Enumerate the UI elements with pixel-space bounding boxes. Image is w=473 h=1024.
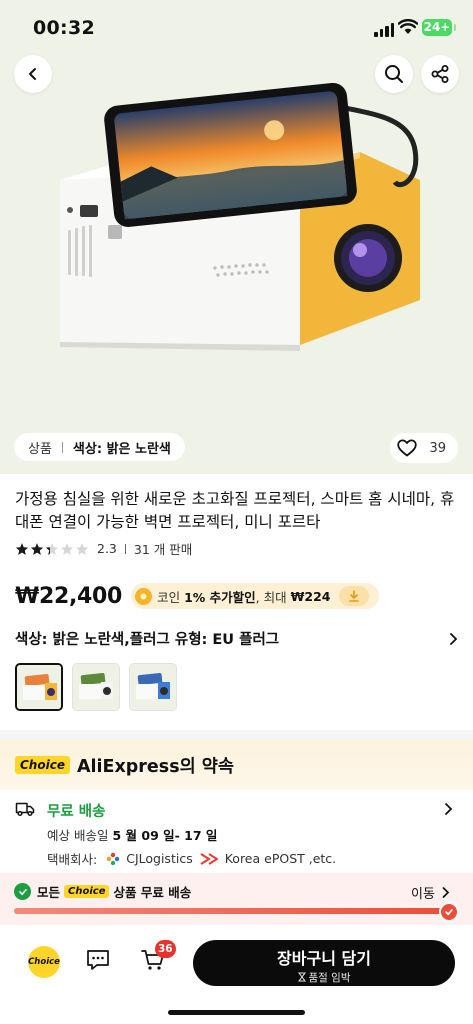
product-image[interactable] [0, 60, 473, 360]
chevron-right-icon [445, 803, 453, 815]
check-circle-icon [14, 883, 31, 900]
delivery-date-label: 예상 배송일 [47, 828, 109, 843]
status-time: 00:32 [33, 17, 95, 39]
chevron-right-icon [442, 887, 450, 898]
option-selector[interactable]: 색상: 밝은 노란색,플러그 유형: EU 플러그 [15, 628, 458, 649]
carrier-korea-post: Korea ePOST ,etc. [224, 851, 337, 866]
variant-thumb-white[interactable] [72, 663, 120, 711]
free-shipping-line: 모든 Choice 상품 무료 배송 [14, 882, 191, 901]
heart-icon [397, 439, 417, 457]
chevron-right-icon [450, 632, 458, 645]
cellular-signal-icon [374, 23, 394, 37]
sold-count: 31 개 판매 [133, 542, 193, 557]
share-button[interactable] [421, 55, 459, 93]
back-button[interactable] [14, 55, 52, 93]
home-indicator [168, 1010, 305, 1015]
delivery-date-value: 5 월 09 일- 17 일 [112, 828, 218, 843]
variant-pill-label: 상품 [28, 441, 52, 457]
hourglass-icon [297, 972, 306, 982]
chat-button[interactable] [85, 948, 111, 976]
battery-icon: 24+ [422, 19, 456, 36]
status-bar: 00:32 24+ [0, 0, 473, 50]
cart-count-badge: 36 [155, 940, 176, 958]
star-half-icon [45, 542, 59, 555]
star-empty-icon [60, 542, 74, 555]
divider [61, 441, 63, 453]
truck-icon [15, 802, 35, 817]
search-icon [385, 65, 403, 83]
like-count: 39 [429, 440, 446, 456]
delivery-estimate: 예상 배송일 5 월 09 일- 17 일 [47, 825, 217, 844]
wishlist-button[interactable]: 39 [390, 433, 458, 463]
cj-logistics-icon [107, 852, 120, 865]
star-empty-icon [75, 542, 89, 555]
choice-button[interactable]: Choice [28, 946, 60, 978]
wifi-icon [397, 19, 419, 39]
free-shipping-title: 무료 배송 [47, 804, 106, 820]
coin-prefix: 코인 [157, 589, 181, 605]
carrier-cj: CJLogistics [126, 851, 193, 866]
low-stock-note: 품절 임박 [193, 970, 455, 985]
star-full-icon [15, 542, 29, 555]
download-icon [349, 590, 360, 602]
choice-promise-header: Choice AliExpress의 약속 [0, 740, 473, 790]
search-button[interactable] [375, 55, 413, 93]
star-full-icon [30, 542, 44, 555]
divider [124, 543, 126, 554]
free-shipping-progress [14, 908, 449, 914]
share-icon [431, 65, 449, 83]
rating-stars [15, 542, 89, 556]
progress-fill [14, 908, 449, 914]
coin-suffix: , 최대 [255, 589, 287, 605]
coin-discount-pill[interactable]: 코인 1% 추가할인, 최대 ₩224 [131, 583, 380, 609]
add-to-cart-button[interactable]: 장바구니 담기 품절 임박 [193, 940, 455, 986]
selected-option: 색상: 밝은 노란색,플러그 유형: EU 플러그 [15, 632, 280, 648]
progress-check-icon [439, 902, 459, 922]
choice-badge: Choice [15, 756, 70, 774]
product-gallery[interactable]: 00:32 24+ 상품 색상: 밝은 노란색 39 [0, 0, 473, 474]
shipping-info[interactable]: 무료 배송 예상 배송일 5 월 09 일- 17 일 택배회사: CJLogi… [0, 792, 473, 872]
choice-badge: Choice [64, 885, 110, 898]
coin-discount: 1% 추가할인 [184, 589, 256, 605]
download-coupon-button[interactable] [339, 586, 370, 606]
carrier-label: 택배회사: [47, 852, 98, 867]
go-label: 이동 [411, 887, 435, 902]
carrier-row: 택배회사: CJLogistics Korea ePOST ,etc. [47, 849, 336, 868]
go-button[interactable]: 이동 [411, 883, 450, 902]
free-prefix: 모든 [37, 885, 61, 900]
choice-label: Choice [28, 957, 60, 967]
chat-icon [87, 950, 109, 970]
price-row: ₩22,400 코인 1% 추가할인, 최대 ₩224 [15, 583, 380, 609]
free-suffix: 상품 무료 배송 [113, 885, 192, 900]
bottom-action-bar: Choice 36 장바구니 담기 품절 임박 [0, 925, 473, 1024]
rating-row[interactable]: 2.3 31 개 판매 [15, 539, 192, 558]
product-title: 가정용 침실을 위한 새로운 초고화질 프로젝터, 스마트 홈 시네마, 휴대폰… [15, 490, 455, 531]
coin-max: ₩224 [290, 588, 331, 604]
rating-value: 2.3 [97, 541, 117, 556]
section-divider [0, 730, 473, 740]
variant-thumbnails [15, 663, 177, 711]
add-to-cart-label: 장바구니 담기 [277, 949, 371, 968]
variant-thumb-yellow[interactable] [15, 663, 63, 711]
korea-post-icon [200, 852, 218, 865]
variant-pill-value: 색상: 밝은 노란색 [72, 441, 171, 457]
price: ₩22,400 [15, 583, 123, 609]
chevron-left-icon [29, 68, 36, 80]
free-shipping-banner[interactable]: 모든 Choice 상품 무료 배송 이동 [0, 873, 473, 925]
low-stock-label: 품절 임박 [308, 972, 351, 984]
variant-pill[interactable]: 상품 색상: 밝은 노란색 [14, 433, 185, 461]
promise-title: AliExpress의 약속 [76, 756, 235, 777]
coin-icon [135, 587, 153, 605]
variant-thumb-blue[interactable] [129, 663, 177, 711]
